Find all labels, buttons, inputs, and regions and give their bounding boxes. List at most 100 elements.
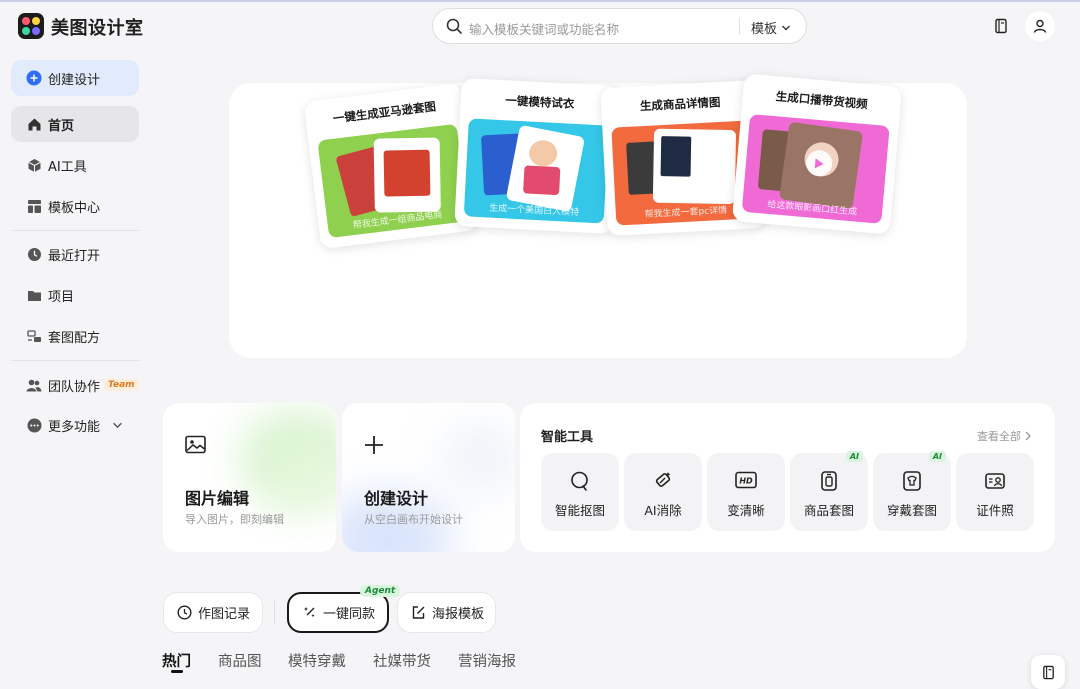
tool-smart-cutout[interactable]: 智能抠图 <box>541 453 619 531</box>
tab-marketing-posters[interactable]: 营销海报 <box>458 650 516 671</box>
search-icon <box>446 18 463 39</box>
sidebar-create-button[interactable]: 创建设计 <box>11 60 139 96</box>
search-scope-select[interactable]: 模板 <box>751 18 791 37</box>
search-input[interactable]: 输入模板关键词或功能名称 <box>469 19 619 38</box>
top-accent-line <box>0 0 1080 2</box>
sidebar-item-projects[interactable]: 项目 <box>11 277 139 313</box>
tool-label: 穿戴套图 <box>886 503 937 518</box>
banner-card-caption: 生成一个美国白人模特 <box>488 203 580 219</box>
product-set-icon <box>790 470 868 492</box>
tool-label: 智能抠图 <box>554 503 605 518</box>
id-photo-icon <box>956 470 1034 492</box>
smart-tools-title: 智能工具 <box>541 430 594 445</box>
sidebar-item-more[interactable]: 更多功能 <box>11 407 139 443</box>
banner-card-model[interactable]: 一键模特试衣 生成一个美国白人模特 <box>454 77 620 235</box>
sidebar-divider <box>11 230 139 231</box>
tool-label: 商品套图 <box>803 503 854 518</box>
poster-templates-button[interactable]: 海报模板 <box>397 592 496 633</box>
banner-card-image: 帮我生成一组商品电商 <box>317 123 469 239</box>
chevron-right-icon <box>1025 431 1031 441</box>
app-title[interactable]: 美图设计室 <box>51 14 144 40</box>
sparkle-wand-icon <box>304 607 315 618</box>
clock-icon <box>177 605 192 620</box>
search-bar[interactable]: 输入模板关键词或功能名称 模板 <box>432 8 807 44</box>
tool-product-set[interactable]: AI 商品套图 <box>790 451 868 531</box>
ai-badge: AI <box>845 451 863 462</box>
agent-badge: Agent <box>360 585 401 597</box>
create-design-card[interactable]: 创建设计 从空白画布开始设计 <box>342 403 515 552</box>
image-edit-title: 图片编辑 <box>185 489 250 508</box>
image-icon <box>185 435 206 458</box>
tool-label: 证件照 <box>976 503 1014 518</box>
search-divider <box>739 18 740 35</box>
plus-circle-icon <box>26 70 42 86</box>
sidebar-item-label: 团队协作 <box>48 379 101 395</box>
sidebar-item-recipes[interactable]: 套图配方 <box>11 318 139 354</box>
card-glow <box>442 423 515 493</box>
sidebar-item-home[interactable]: 首页 <box>11 106 139 142</box>
clock-icon <box>26 246 42 262</box>
ai-badge: AI <box>928 451 946 462</box>
view-all-label: 查看全部 <box>977 430 1021 443</box>
poster-templates-label: 海报模板 <box>432 607 485 622</box>
tab-product-images[interactable]: 商品图 <box>218 650 262 671</box>
banner-card-image: 生成一个美国白人模特 <box>463 118 609 224</box>
tab-hot[interactable]: 热门 <box>162 650 191 671</box>
user-avatar-icon[interactable] <box>1025 11 1055 41</box>
image-edit-card[interactable]: 图片编辑 导入图片，即刻编辑 <box>163 403 336 552</box>
tool-ai-erase[interactable]: AI消除 <box>624 453 702 531</box>
tool-wear-set[interactable]: AI 穿戴套图 <box>873 451 951 531</box>
wear-set-icon <box>873 470 951 492</box>
chevron-down-icon <box>113 422 122 428</box>
card-glow <box>273 443 336 503</box>
sidebar-item-label: 套图配方 <box>48 330 101 346</box>
search-scope-label: 模板 <box>751 22 778 37</box>
recipe-icon <box>26 328 42 344</box>
tool-sharpen[interactable]: HD 变清晰 <box>707 453 785 531</box>
layout-icon <box>26 198 42 214</box>
same-style-button[interactable]: 一键同款 <box>287 592 389 633</box>
banner-card-video[interactable]: 生成口播带货视频 给这款眼影画口红生成 <box>731 73 903 235</box>
image-edit-subtitle: 导入图片，即刻编辑 <box>185 513 284 526</box>
history-label: 作图记录 <box>198 607 251 622</box>
tab-active-indicator <box>171 670 183 673</box>
sidebar-item-label: 最近打开 <box>48 248 101 264</box>
sidebar-item-label: 模板中心 <box>48 200 101 216</box>
home-icon <box>26 116 42 132</box>
cube-icon <box>26 157 42 173</box>
floating-notebook-button[interactable] <box>1031 655 1065 689</box>
banner-card-title: 一键模特试衣 <box>505 93 575 111</box>
create-design-title: 创建设计 <box>364 489 429 508</box>
notebook-icon <box>1042 665 1054 679</box>
chevron-down-icon <box>782 25 791 30</box>
history-button[interactable]: 作图记录 <box>163 592 263 633</box>
hd-icon: HD <box>707 470 785 490</box>
sidebar-item-label: 项目 <box>48 289 75 305</box>
tab-model-wear[interactable]: 模特穿戴 <box>288 650 346 671</box>
app-logo[interactable] <box>18 13 44 39</box>
team-icon <box>26 377 42 393</box>
same-style-label: 一键同款 <box>323 607 376 622</box>
view-all-link[interactable]: 查看全部 <box>977 428 1032 444</box>
sidebar-item-ai-tools[interactable]: AI工具 <box>11 147 139 183</box>
sidebar-item-label: 首页 <box>48 118 75 134</box>
sidebar-item-recent[interactable]: 最近打开 <box>11 236 139 272</box>
sidebar-create-label: 创建设计 <box>48 72 101 88</box>
folder-icon <box>26 287 42 303</box>
smart-tools-panel: 智能工具 查看全部 智能抠图 AI消除 HD 变清晰 AI 商品套图 AI 穿戴… <box>520 403 1055 552</box>
tab-social-commerce[interactable]: 社媒带货 <box>373 650 431 671</box>
banner-card-title: 生成商品详情图 <box>639 94 721 114</box>
sidebar-item-templates[interactable]: 模板中心 <box>11 188 139 224</box>
svg-text:HD: HD <box>739 477 753 486</box>
team-badge: Team <box>104 379 139 391</box>
tool-label: 变清晰 <box>727 503 765 518</box>
notebook-icon[interactable] <box>986 11 1016 41</box>
more-icon <box>26 417 42 433</box>
banner-card-amazon[interactable]: 一键生成亚马逊套图 帮我生成一组商品电商 <box>303 82 479 250</box>
eraser-icon <box>624 470 702 492</box>
banner-card-title: 生成口播带货视频 <box>775 89 869 112</box>
tool-id-photo[interactable]: 证件照 <box>956 453 1034 531</box>
edit-square-icon <box>412 606 425 619</box>
sidebar-item-team[interactable]: 团队协作 Team <box>11 367 139 403</box>
tool-label: AI消除 <box>644 503 682 518</box>
